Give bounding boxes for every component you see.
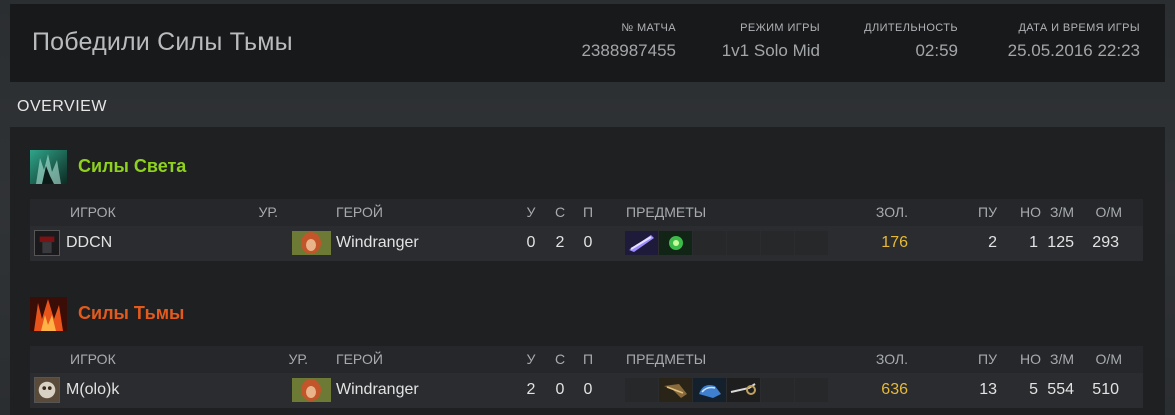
- item-slot-empty[interactable]: [727, 231, 760, 255]
- game-mode-label: РЕЖИМ ИГРЫ: [740, 22, 820, 34]
- col-gold: ЗОЛ.: [875, 204, 908, 220]
- player-assists: 0: [583, 234, 593, 251]
- player-assists: 0: [583, 381, 593, 398]
- windranger-hero-icon[interactable]: [292, 378, 331, 402]
- player-deaths: 2: [555, 234, 565, 251]
- item-slot-empty[interactable]: [795, 231, 828, 255]
- col-assists: П: [582, 351, 594, 367]
- col-kills: У: [526, 204, 536, 220]
- col-items: ПРЕДМЕТЫ: [626, 204, 707, 220]
- player-gpm: 125: [1047, 234, 1074, 251]
- col-gold: ЗОЛ.: [875, 351, 908, 367]
- col-player: ИГРОК: [70, 204, 116, 220]
- col-denies: НО: [1020, 351, 1041, 367]
- column-headers: ИГРОК УР. ГЕРОЙ У С П ПРЕДМЕТЫ ЗОЛ. ПУ Н…: [30, 199, 1143, 226]
- dire-logo-icon: [30, 297, 67, 331]
- duration-block: ДЛИТЕЛЬНОСТЬ 02:59: [864, 22, 958, 61]
- col-gpm: З/М: [1049, 204, 1074, 220]
- col-last-hits: ПУ: [978, 351, 997, 367]
- col-deaths: С: [554, 351, 566, 367]
- team-radiant-name: Силы Света: [78, 156, 187, 176]
- match-result-title: Победили Силы Тьмы: [32, 28, 293, 56]
- player-deaths: 0: [555, 381, 565, 398]
- boots-icon[interactable]: [693, 378, 726, 402]
- player-kills: 0: [526, 234, 536, 251]
- date-value: 25.05.2016 22:23: [1007, 41, 1140, 60]
- col-last-hits: ПУ: [978, 204, 997, 220]
- hero-name[interactable]: Windranger: [336, 234, 419, 252]
- col-hero: ГЕРОЙ: [336, 204, 383, 220]
- radiant-logo-icon: [30, 150, 67, 184]
- col-xpm: О/М: [1095, 204, 1122, 220]
- item-slot-empty[interactable]: [761, 231, 794, 255]
- player-kills: 2: [526, 381, 536, 398]
- blink-dagger-icon[interactable]: [625, 231, 658, 255]
- power-treads-icon[interactable]: [659, 378, 692, 402]
- duration-value: 02:59: [915, 41, 958, 60]
- player-gold: 636: [881, 381, 908, 398]
- player-xpm: 293: [1092, 234, 1119, 251]
- col-denies: НО: [1020, 204, 1041, 220]
- player-denies: 5: [1029, 381, 1038, 398]
- player-row[interactable]: M(olo)k 5 Windranger 2 0 0 636: [30, 373, 1143, 408]
- col-hero: ГЕРОЙ: [336, 351, 383, 367]
- col-items: ПРЕДМЕТЫ: [626, 351, 707, 367]
- windranger-hero-icon[interactable]: [292, 231, 331, 255]
- player-gpm: 554: [1047, 381, 1074, 398]
- match-id-block: № МАТЧА 2388987455: [581, 22, 676, 61]
- player-name[interactable]: DDCN: [66, 234, 112, 252]
- col-gpm: З/М: [1049, 351, 1074, 367]
- column-headers: ИГРОК УР. ГЕРОЙ У С П ПРЕДМЕТЫ ЗОЛ. ПУ Н…: [30, 346, 1143, 373]
- col-assists: П: [582, 204, 594, 220]
- magic-wand-icon[interactable]: [659, 231, 692, 255]
- ring-icon[interactable]: [727, 378, 760, 402]
- player-avatar[interactable]: [34, 230, 60, 256]
- date-label: ДАТА И ВРЕМЯ ИГРЫ: [1018, 22, 1140, 34]
- item-slot-empty[interactable]: [693, 231, 726, 255]
- item-slot-empty[interactable]: [795, 378, 828, 402]
- player-avatar[interactable]: [34, 377, 60, 403]
- col-xpm: О/М: [1095, 351, 1122, 367]
- item-slot-empty[interactable]: [761, 378, 794, 402]
- col-deaths: С: [554, 204, 566, 220]
- date-block: ДАТА И ВРЕМЯ ИГРЫ 25.05.2016 22:23: [1008, 22, 1140, 61]
- col-player: ИГРОК: [70, 351, 116, 367]
- player-last-hits: 2: [988, 234, 997, 251]
- player-denies: 1: [1029, 234, 1038, 251]
- team-dire-name: Силы Тьмы: [78, 303, 185, 323]
- game-mode-block: РЕЖИМ ИГРЫ 1v1 Solo Mid: [722, 22, 820, 61]
- player-name[interactable]: M(olo)k: [66, 381, 119, 399]
- match-id-label: № МАТЧА: [621, 22, 676, 34]
- game-mode-value: 1v1 Solo Mid: [721, 41, 820, 60]
- item-slot-empty[interactable]: [625, 378, 658, 402]
- match-id-value: 2388987455: [581, 41, 676, 60]
- player-last-hits: 13: [979, 381, 997, 398]
- hero-name[interactable]: Windranger: [336, 381, 419, 399]
- match-header: Победили Силы Тьмы № МАТЧА 2388987455 РЕ…: [10, 4, 1165, 82]
- duration-label: ДЛИТЕЛЬНОСТЬ: [864, 22, 958, 34]
- col-level: УР.: [258, 204, 278, 220]
- player-xpm: 510: [1092, 381, 1119, 398]
- overview-tab[interactable]: OVERVIEW: [17, 98, 107, 116]
- col-level: УР.: [288, 351, 308, 367]
- player-gold: 176: [881, 234, 908, 251]
- col-kills: У: [526, 351, 536, 367]
- player-row[interactable]: DDCN 3 Windranger 0 2 0 176 2 1 125 293: [30, 226, 1143, 261]
